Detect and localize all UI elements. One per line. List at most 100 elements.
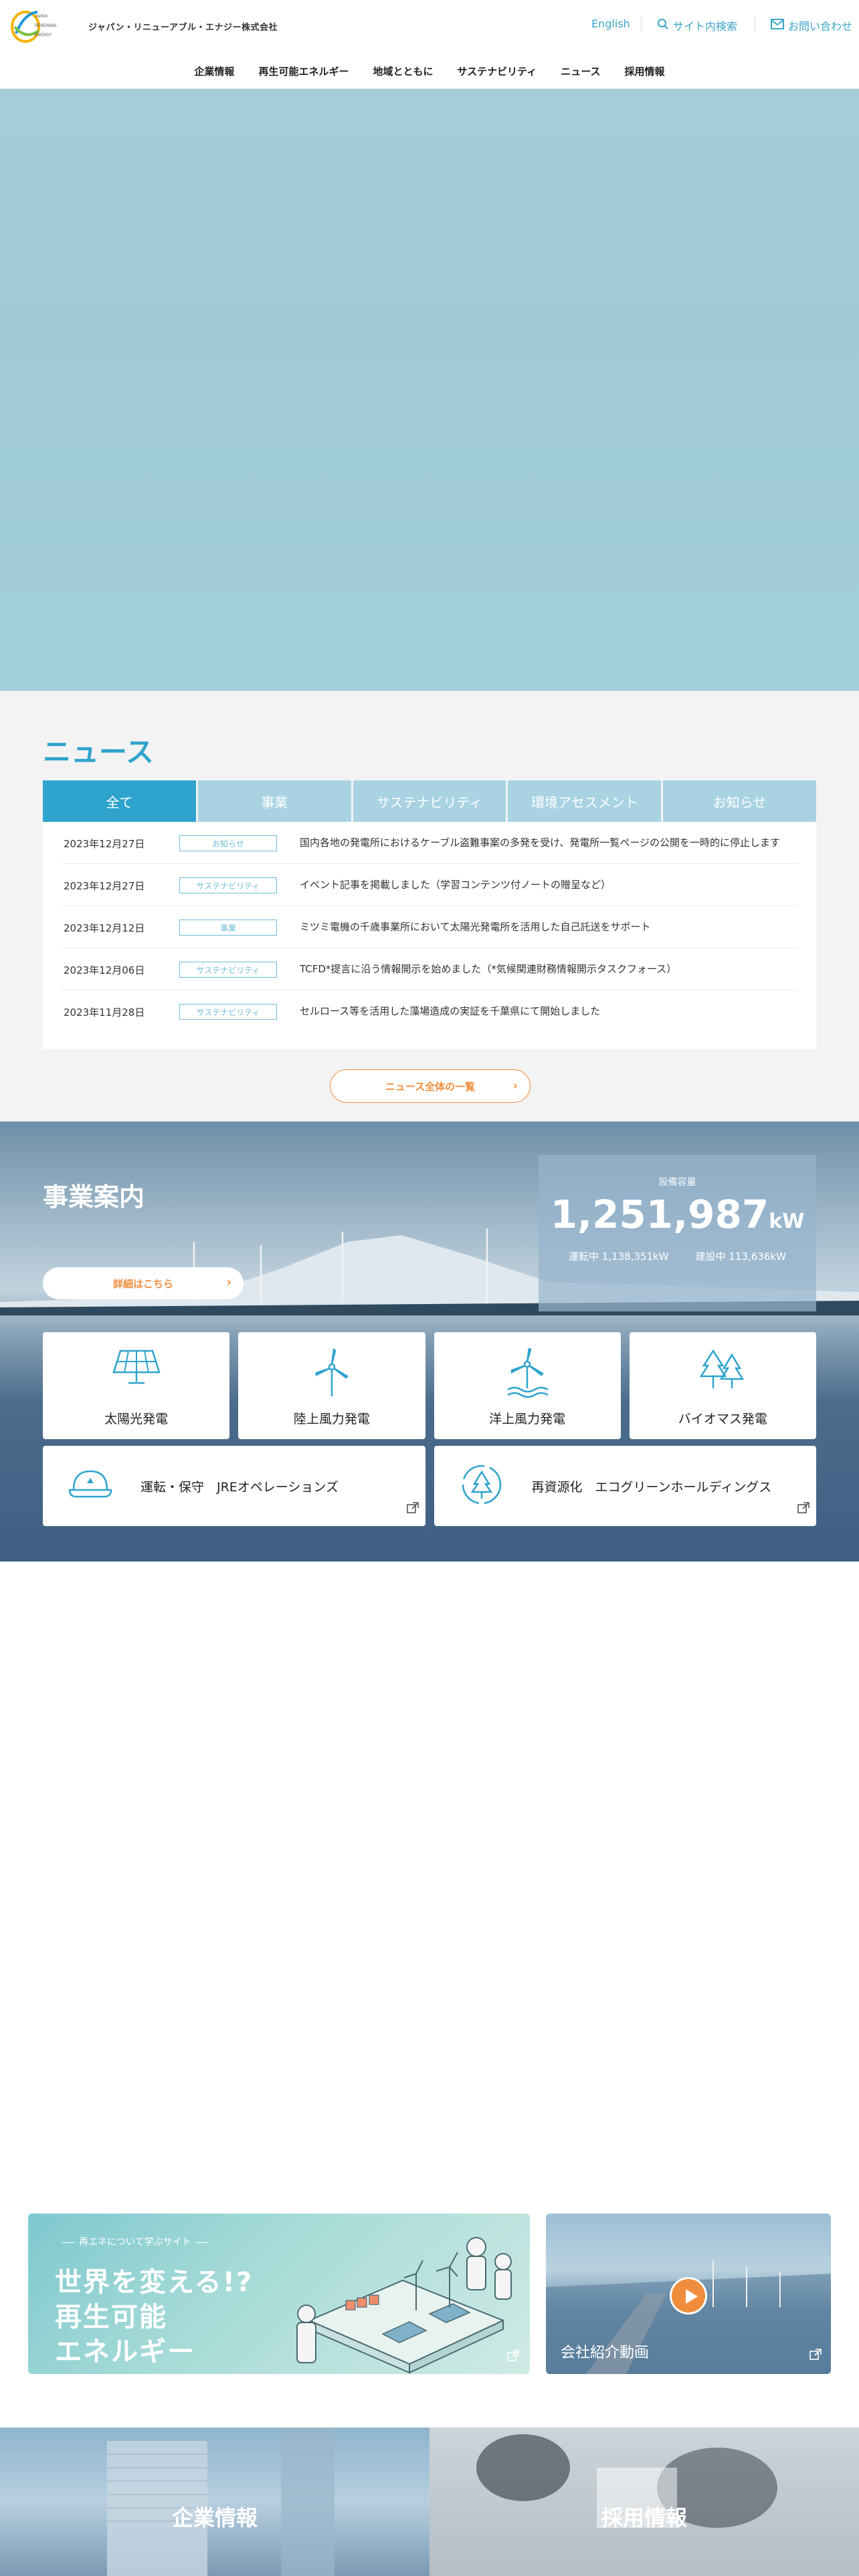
helmet-icon	[67, 1466, 114, 1506]
banner-headline-line1: 世界を変える!?	[55, 2267, 254, 2298]
news-category-badge: サステナビリティ	[179, 1004, 277, 1020]
capacity-value: 1,251,987	[550, 1192, 769, 1237]
news-item[interactable]: 2023年12月12日 事業 ミツミ電機の千歳事業所において太陽光発電所を活用し…	[62, 906, 797, 948]
search-icon	[657, 18, 669, 33]
capacity-value-line: 1,251,987kW	[539, 1194, 816, 1243]
nav-item-community[interactable]: 地域とともに	[361, 64, 445, 78]
corporate-info-label: 企業情報	[171, 2505, 258, 2531]
tab-business[interactable]: 事業	[197, 780, 351, 822]
card-onshore-wind-label: 陸上風力発電	[293, 1412, 370, 1426]
tab-all[interactable]: 全て	[43, 780, 196, 822]
news-category-badge: お知らせ	[179, 835, 277, 851]
external-link-icon	[507, 2350, 519, 2365]
recruit-tile[interactable]: 採用情報	[430, 2428, 859, 2576]
learn-renewable-banner[interactable]: 再エネについて学ぶサイト 世界を変える!? 再生可能 エネルギー	[28, 2214, 530, 2374]
business-cards: 太陽光発電 陸上風力発電 洋上風力発電 バイオマス発電 運転・保守 JREオペレ…	[43, 1332, 816, 1526]
tab-notice[interactable]: お知らせ	[663, 780, 816, 822]
logo-mark-icon: JAPAN RENEWABLE ENERGY	[11, 11, 60, 43]
all-news-label: ニュース全体の一覧	[385, 1080, 476, 1093]
capacity-panel: 設備容量 1,251,987kW 運転中 1,138,351kW 建設中 113…	[539, 1155, 816, 1311]
news-item[interactable]: 2023年11月28日 サステナビリティ セルロース等を活用した藻場造成の実証を…	[62, 990, 797, 1032]
capacity-unit: kW	[769, 1210, 805, 1233]
card-solar[interactable]: 太陽光発電	[43, 1332, 230, 1439]
news-category-badge: サステナビリティ	[179, 877, 277, 893]
news-item[interactable]: 2023年12月27日 お知らせ 国内各地の発電所におけるケーブル盗難事案の多発…	[62, 822, 797, 864]
contact-label: お問い合わせ	[788, 20, 853, 33]
english-label: English	[591, 17, 630, 30]
company-video-banner[interactable]: 会社紹介動画	[546, 2214, 831, 2374]
site-search-link[interactable]: サイト内検索	[657, 17, 737, 33]
card-jre-operations-label: 運転・保守 JREオペレーションズ	[140, 1479, 339, 1495]
tab-sustainability[interactable]: サステナビリティ	[353, 780, 506, 822]
operating-capacity: 運転中 1,138,351kW	[569, 1251, 669, 1263]
news-title: ニュース	[43, 736, 154, 768]
news-tabs: 全て 事業 サステナビリティ 環境アセスメント お知らせ	[43, 780, 816, 822]
company-logo[interactable]: JAPAN RENEWABLE ENERGY	[11, 7, 60, 45]
global-nav: 企業情報 再生可能エネルギー 地域とともに サステナビリティ ニュース 採用情報	[0, 64, 859, 78]
external-link-icon	[406, 1502, 419, 1517]
news-date: 2023年12月27日	[64, 838, 145, 850]
news-headline: ミツミ電機の千歳事業所において太陽光発電所を活用した自己託送をサポート	[300, 921, 651, 933]
company-name: ジャパン・リニューアブル・エナジー株式会社	[88, 23, 278, 33]
english-link[interactable]: English	[591, 17, 630, 30]
site-header: JAPAN RENEWABLE ENERGY ジャパン・リニューアブル・エナジー…	[0, 0, 859, 89]
news-date: 2023年12月27日	[64, 880, 145, 892]
card-offshore-wind-label: 洋上風力発電	[489, 1412, 566, 1426]
business-section: 事業案内 詳細はこちら › 設備容量 1,251,987kW 運転中 1,138…	[0, 1121, 859, 1562]
news-headline: 国内各地の発電所におけるケーブル盗難事案の多発を受け、発電所一覧ページの公開を一…	[300, 837, 781, 849]
news-headline: セルロース等を活用した藻場造成の実証を千葉県にて開始しました	[300, 1005, 601, 1017]
capacity-breakdown: 運転中 1,138,351kW 建設中 113,636kW	[539, 1249, 816, 1263]
card-onshore-wind[interactable]: 陸上風力発電	[238, 1332, 425, 1439]
banner-headline-line3: エネルギー	[55, 2337, 195, 2367]
news-category-badge: サステナビリティ	[179, 962, 277, 978]
svg-text:ENERGY: ENERGY	[35, 33, 52, 37]
nav-item-news[interactable]: ニュース	[549, 64, 612, 78]
constructing-capacity: 建設中 113,636kW	[695, 1251, 786, 1263]
svg-text:RENEWABLE: RENEWABLE	[35, 24, 58, 28]
svg-text:JAPAN: JAPAN	[35, 15, 47, 19]
recycle-tree-icon	[458, 1463, 505, 1509]
card-biomass[interactable]: バイオマス発電	[629, 1332, 816, 1439]
nav-item-corporate[interactable]: 企業情報	[182, 64, 246, 78]
wind-turbine-icon	[308, 1348, 355, 1402]
external-link-icon	[797, 1502, 809, 1517]
news-item[interactable]: 2023年12月06日 サステナビリティ TCFD*提言に沿う情報開示を始めまし…	[62, 948, 797, 990]
site-search-label: サイト内検索	[673, 20, 738, 33]
news-date: 2023年12月06日	[64, 964, 145, 976]
util-divider	[641, 16, 642, 32]
news-list: 2023年12月27日 お知らせ 国内各地の発電所におけるケーブル盗難事案の多発…	[43, 822, 816, 1049]
news-date: 2023年11月28日	[64, 1006, 145, 1018]
contact-link[interactable]: お問い合わせ	[771, 17, 852, 33]
hero-image	[0, 89, 859, 691]
business-detail-button[interactable]: 詳細はこちら ›	[43, 1267, 244, 1299]
tab-environment-assessment[interactable]: 環境アセスメント	[508, 780, 662, 822]
solar-panel-icon	[111, 1348, 162, 1388]
learn-site-tag: 再エネについて学ぶサイト	[62, 2235, 209, 2248]
corporate-info-tile[interactable]: 企業情報	[0, 2428, 430, 2576]
news-category-badge: 事業	[179, 920, 277, 936]
recruit-label: 採用情報	[601, 2505, 687, 2531]
offshore-wind-icon	[504, 1346, 551, 1402]
nav-item-renewable[interactable]: 再生可能エネルギー	[246, 64, 361, 78]
news-item[interactable]: 2023年12月27日 サステナビリティ イベント記事を掲載しました（学習コンテ…	[62, 864, 797, 906]
card-jre-operations[interactable]: 運転・保守 JREオペレーションズ	[43, 1446, 425, 1526]
video-label: 会社紹介動画	[561, 2345, 650, 2361]
news-headline: TCFD*提言に沿う情報開示を始めました（*気候関連財務情報開示タスクフォース）	[300, 963, 677, 975]
nav-item-recruit[interactable]: 採用情報	[613, 64, 677, 78]
banner-headline-line2: 再生可能	[55, 2302, 167, 2333]
nav-item-sustainability[interactable]: サステナビリティ	[445, 64, 549, 78]
news-headline: イベント記事を掲載しました（学習コンテンツ付ノートの贈呈など）	[300, 879, 611, 891]
capacity-label: 設備容量	[658, 1177, 696, 1188]
play-icon[interactable]	[670, 2277, 707, 2315]
card-biomass-label: バイオマス発電	[678, 1412, 767, 1426]
tree-icon	[698, 1348, 747, 1395]
card-ecogreen-holdings[interactable]: 再資源化 エコグリーンホールディングス	[434, 1446, 816, 1526]
card-solar-label: 太陽光発電	[104, 1412, 169, 1426]
all-news-button[interactable]: ニュース全体の一覧 ›	[330, 1069, 531, 1103]
chevron-right-icon: ›	[226, 1275, 231, 1289]
mail-icon	[771, 19, 784, 32]
card-offshore-wind[interactable]: 洋上風力発電	[434, 1332, 621, 1439]
chevron-right-icon: ›	[512, 1079, 518, 1093]
card-ecogreen-label: 再資源化 エコグリーンホールディングス	[531, 1479, 772, 1495]
news-section: ニュース 全て 事業 サステナビリティ 環境アセスメント お知らせ 2023年1…	[0, 691, 859, 1121]
